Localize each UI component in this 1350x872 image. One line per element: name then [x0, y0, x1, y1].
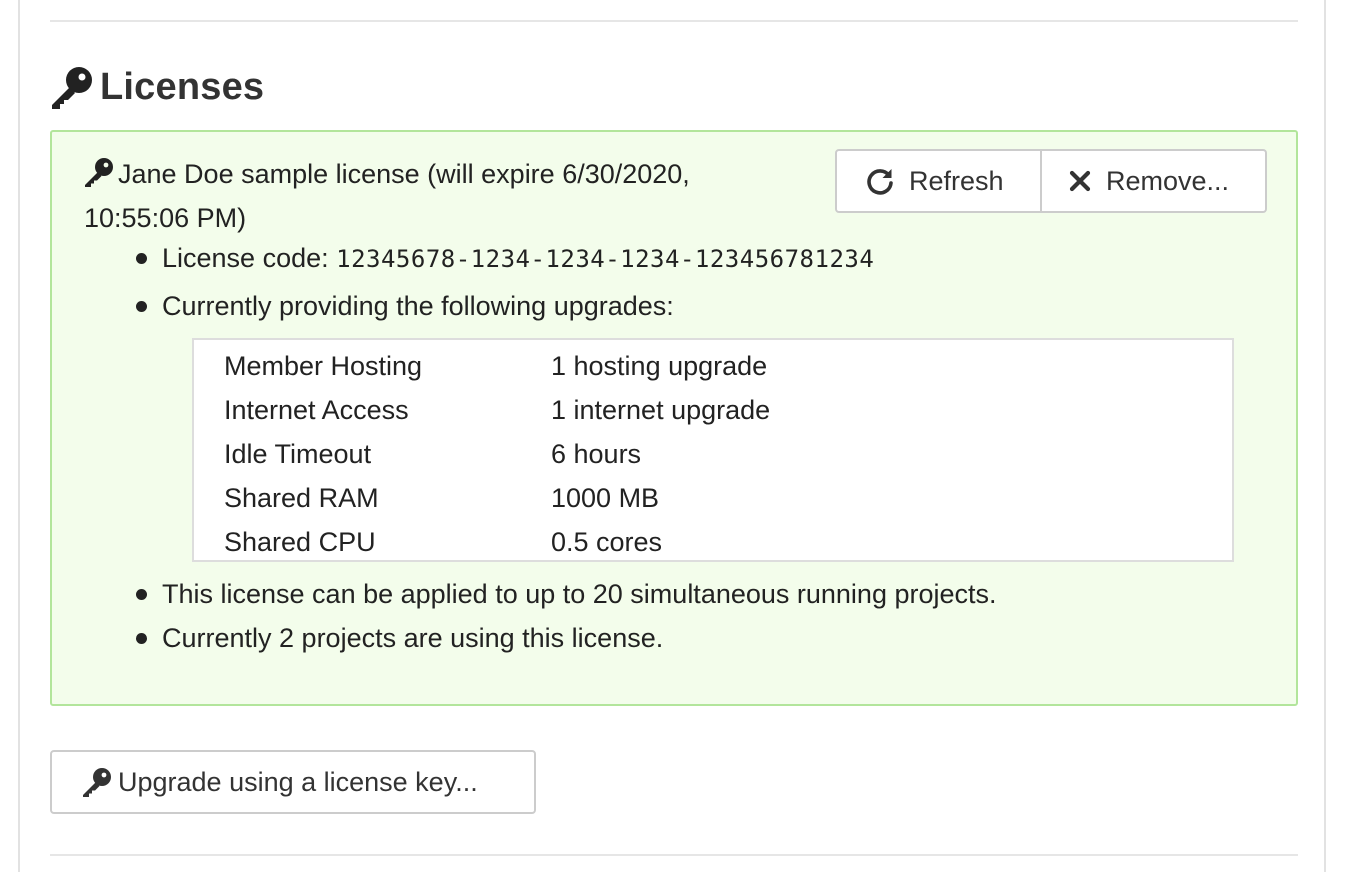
- upgrade-row: Internet Access 1 internet upgrade: [194, 388, 1232, 432]
- upgrade-value: 6 hours: [551, 439, 642, 469]
- upgrade-name: Idle Timeout: [224, 439, 372, 469]
- upgrades-intro-item: Currently providing the following upgrad…: [134, 284, 874, 328]
- key-icon: [84, 156, 114, 187]
- upgrade-row: Member Hosting 1 hosting upgrade: [194, 344, 1232, 388]
- licenses-page: Licenses Jane Doe sample license (will e…: [0, 0, 1350, 872]
- upgrade-row: Shared RAM 1000 MB: [194, 476, 1232, 520]
- licenses-heading: Licenses: [50, 62, 264, 112]
- top-divider: [50, 20, 1298, 22]
- upgrade-row: Shared CPU 0.5 cores: [194, 520, 1232, 564]
- upgrade-value: 1 internet upgrade: [551, 395, 771, 425]
- remove-button[interactable]: Remove...: [1042, 149, 1267, 213]
- upgrades-intro-text: Currently providing the following upgrad…: [162, 291, 674, 321]
- remove-button-label: Remove...: [1106, 165, 1230, 196]
- close-icon: [1068, 169, 1092, 193]
- license-limit-text: This license can be applied to up to 20 …: [162, 579, 997, 609]
- key-icon: [50, 65, 94, 109]
- upgrade-value: 0.5 cores: [551, 527, 663, 557]
- license-limit-item: This license can be applied to up to 20 …: [134, 572, 997, 616]
- license-usage-item: Currently 2 projects are using this lice…: [134, 616, 997, 660]
- bottom-divider: [50, 854, 1298, 856]
- upgrade-name: Internet Access: [224, 395, 409, 425]
- upgrade-value: 1000 MB: [551, 483, 660, 513]
- refresh-button[interactable]: Refresh: [835, 149, 1042, 213]
- page-title: Licenses: [100, 65, 265, 108]
- refresh-button-label: Refresh: [909, 165, 1004, 196]
- upgrade-name: Member Hosting: [224, 351, 423, 381]
- license-actions: Refresh Remove...: [835, 149, 1267, 213]
- license-code-label: License code:: [162, 243, 337, 273]
- upgrade-name: Shared RAM: [224, 483, 379, 513]
- upgrades-table: Member Hosting 1 hosting upgrade Interne…: [192, 338, 1234, 562]
- license-code-value: 12345678-1234-1234-1234-123456781234: [336, 245, 875, 273]
- upgrade-license-key-button[interactable]: Upgrade using a license key...: [50, 750, 536, 814]
- upgrade-name: Shared CPU: [224, 527, 376, 557]
- license-title-text: Jane Doe sample license (will expire 6/3…: [84, 159, 690, 233]
- license-details: License code: 12345678-1234-1234-1234-12…: [134, 236, 874, 328]
- license-usage-text: Currently 2 projects are using this lice…: [162, 623, 664, 653]
- key-icon: [82, 767, 112, 797]
- license-code-item: License code: 12345678-1234-1234-1234-12…: [134, 236, 874, 280]
- upgrade-row: Idle Timeout 6 hours: [194, 432, 1232, 476]
- refresh-icon: [865, 166, 895, 196]
- upgrade-license-key-label: Upgrade using a license key...: [118, 766, 478, 797]
- license-title: Jane Doe sample license (will expire 6/3…: [84, 152, 784, 240]
- upgrade-value: 1 hosting upgrade: [551, 351, 768, 381]
- license-usage: This license can be applied to up to 20 …: [134, 572, 997, 660]
